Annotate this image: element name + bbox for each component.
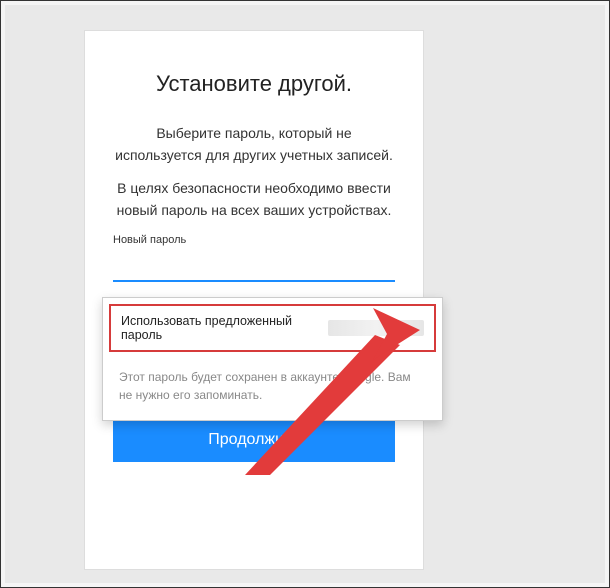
new-password-input[interactable]: [113, 252, 395, 280]
password-suggestion-popup: Использовать предложенный пароль Этот па…: [102, 297, 443, 421]
password-field-wrap: [113, 252, 395, 282]
suggested-password-masked: [328, 320, 424, 336]
use-suggested-password-label: Использовать предложенный пароль: [121, 314, 320, 342]
password-field-label: Новый пароль: [113, 234, 395, 246]
use-suggested-password-row[interactable]: Использовать предложенный пароль: [109, 304, 436, 352]
page-title: Установите другой.: [113, 71, 395, 97]
description-line-2: В целях безопасности необходимо ввести н…: [113, 178, 395, 221]
description-line-1: Выберите пароль, который не используется…: [113, 123, 395, 166]
continue-button[interactable]: Продолжить: [113, 418, 395, 462]
page-background: Установите другой. Выберите пароль, кото…: [5, 5, 605, 583]
suggestion-note: Этот пароль будет сохранен в аккаунте Go…: [103, 358, 442, 420]
